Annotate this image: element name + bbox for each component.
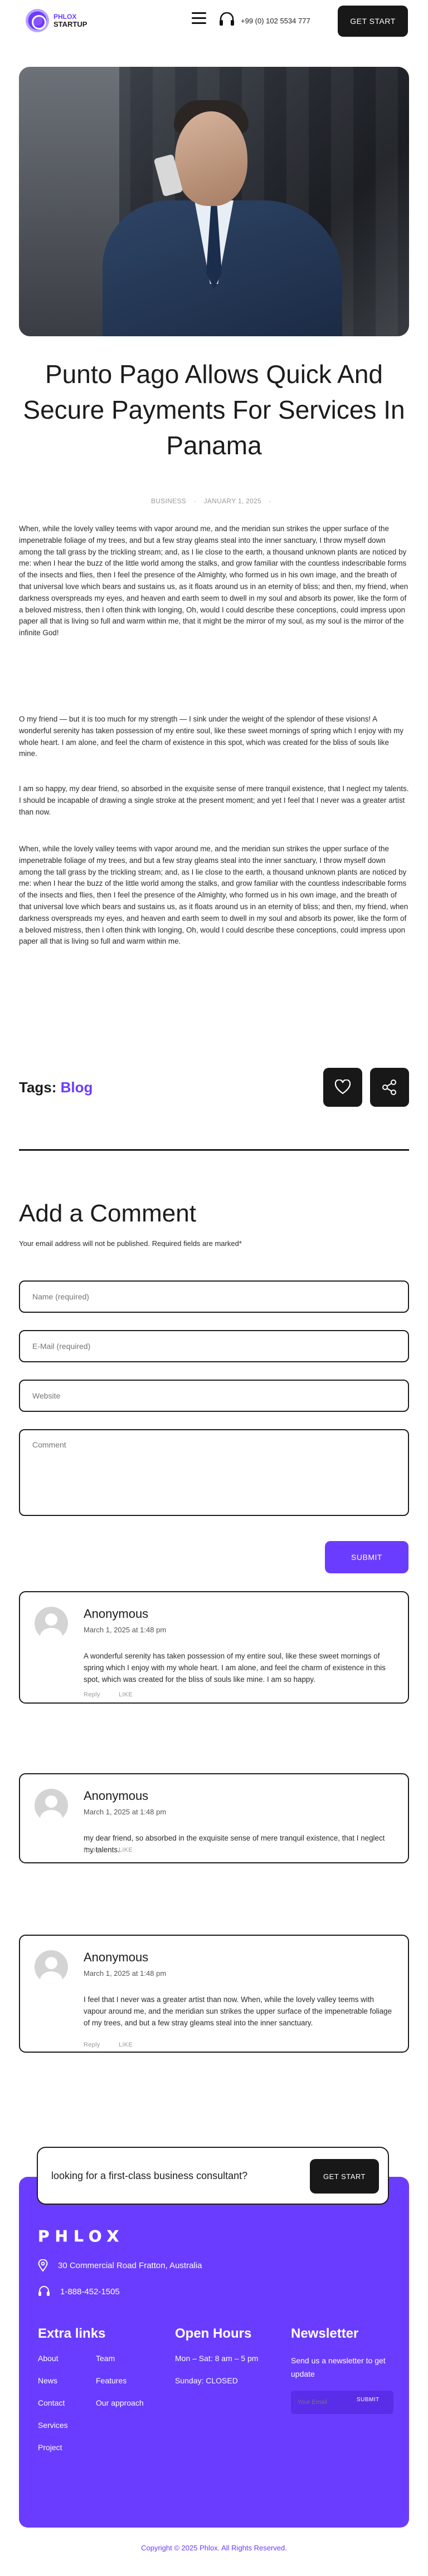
- submit-comment-button[interactable]: SUBMIT: [325, 1541, 408, 1573]
- post-hero-image: [19, 67, 409, 336]
- post-paragraph: I am so happy, my dear friend, so absorb…: [19, 784, 409, 816]
- comment-author: Anonymous: [84, 1789, 149, 1803]
- comment-date: March 1, 2025 at 1:48 pm: [84, 1969, 167, 1978]
- like-link[interactable]: LIKE: [119, 1847, 133, 1853]
- comment-text: I feel that I never was a greater artist…: [84, 1995, 392, 2027]
- copyright: Copyright © 2025 Phlox. All Rights Reser…: [141, 2544, 287, 2552]
- footer-link-about[interactable]: About: [38, 2354, 96, 2363]
- reply-link[interactable]: Reply: [84, 1847, 100, 1853]
- comment-date: March 1, 2025 at 1:48 pm: [84, 1626, 167, 1634]
- like-link[interactable]: LIKE: [119, 1691, 133, 1698]
- footer-link-news[interactable]: News: [38, 2376, 96, 2385]
- footer-link-team[interactable]: Team: [96, 2354, 154, 2363]
- heart-icon: [334, 1080, 351, 1095]
- tags-label: Tags:: [19, 1079, 57, 1096]
- newsletter-text: Send us a newsletter to get update: [291, 2356, 386, 2378]
- logo-line2: STARTUP: [54, 20, 87, 28]
- cta-get-start-button[interactable]: GET START: [310, 2159, 379, 2194]
- tag-link-blog[interactable]: Blog: [61, 1079, 93, 1096]
- headset-icon: [38, 2286, 50, 2296]
- footer-hours-heading: Open Hours: [175, 2326, 252, 2341]
- consultant-cta: looking for a first-class business consu…: [37, 2147, 389, 2205]
- hours-weekday: Mon – Sat: 8 am – 5 pm: [175, 2354, 259, 2363]
- add-comment-heading: Add a Comment: [19, 1200, 196, 1227]
- footer-phone: 1-888-452-1505: [38, 2286, 120, 2297]
- site-footer: PHLOX 30 Commercial Road Fratton, Austra…: [19, 2177, 409, 2528]
- menu-icon[interactable]: [192, 12, 206, 26]
- like-post-button[interactable]: [323, 1068, 362, 1107]
- footer-link-contact[interactable]: Contact: [38, 2398, 96, 2407]
- footer-links-heading: Extra links: [38, 2326, 106, 2341]
- headset-icon: [220, 12, 234, 26]
- post-tags: Tags: Blog: [19, 1079, 93, 1096]
- site-header: PHLOX STARTUP +99 (0) 102 5534 777 GET S…: [0, 0, 428, 40]
- logo-line1: PHLOX: [54, 13, 77, 21]
- reply-link[interactable]: Reply: [84, 1691, 100, 1698]
- website-field[interactable]: [19, 1380, 409, 1412]
- comment-text: A wonderful serenity has taken possessio…: [84, 1652, 386, 1684]
- footer-logo[interactable]: PHLOX: [38, 2227, 124, 2246]
- share-icon: [382, 1080, 396, 1095]
- footer-link-our-approach[interactable]: Our approach: [96, 2398, 154, 2407]
- reply-link[interactable]: Reply: [84, 2042, 100, 2048]
- name-field[interactable]: [19, 1280, 409, 1313]
- logo-mark-icon: [26, 9, 49, 32]
- comment-author: Anonymous: [84, 1950, 149, 1964]
- newsletter-heading: Newsletter: [291, 2326, 359, 2341]
- share-post-button[interactable]: [370, 1068, 409, 1107]
- footer-newsletter-column: Newsletter Send us a newsletter to get u…: [291, 2326, 393, 2414]
- meta-separator: ·: [193, 497, 196, 505]
- footer-address-text: 30 Commercial Road Fratton, Australia: [58, 2260, 202, 2270]
- like-link[interactable]: LIKE: [119, 2042, 133, 2048]
- hours-sunday: Sunday: CLOSED: [175, 2376, 238, 2385]
- comment-form-note: Your email address will not be published…: [19, 1239, 242, 1248]
- avatar: [35, 1607, 68, 1640]
- footer-link-project[interactable]: Project: [38, 2443, 96, 2452]
- post-date: JANUARY 1, 2025: [203, 497, 262, 505]
- footer-links-column: Extra links About Team News Features Con…: [38, 2326, 154, 2452]
- footer-hours-column: Open Hours Mon – Sat: 8 am – 5 pm Sunday…: [175, 2326, 258, 2398]
- meta-separator: ·: [269, 497, 272, 505]
- cta-text: looking for a first-class business consu…: [51, 2170, 248, 2181]
- post-paragraph: When, while the lovely valley teems with…: [19, 524, 408, 637]
- newsletter-form: SUBMIT: [291, 2391, 393, 2414]
- post-paragraph: When, while the lovely valley teems with…: [19, 845, 408, 946]
- comment-card: Anonymous March 1, 2025 at 1:48 pm I fee…: [19, 1935, 409, 2053]
- comment-date: March 1, 2025 at 1:48 pm: [84, 1808, 167, 1816]
- site-logo[interactable]: PHLOX STARTUP: [26, 9, 87, 32]
- email-field[interactable]: [19, 1330, 409, 1362]
- post-title: Punto Pago Allows Quick And Secure Payme…: [23, 360, 405, 460]
- footer-link-services[interactable]: Services: [38, 2421, 96, 2430]
- comment-field[interactable]: [19, 1429, 409, 1516]
- section-divider: [19, 1149, 409, 1151]
- header-phone[interactable]: +99 (0) 102 5534 777: [241, 17, 310, 25]
- footer-link-features[interactable]: Features: [96, 2376, 154, 2385]
- newsletter-email-input[interactable]: [291, 2391, 358, 2414]
- comment-card: Anonymous March 1, 2025 at 1:48 pm A won…: [19, 1591, 409, 1704]
- post-paragraph: O my friend — but it is too much for my …: [19, 715, 403, 758]
- footer-phone-text[interactable]: 1-888-452-1505: [60, 2287, 120, 2297]
- post-meta: BUSINESS · JANUARY 1, 2025 ·: [19, 497, 409, 505]
- get-start-button[interactable]: GET START: [338, 6, 408, 37]
- location-pin-icon: [38, 2259, 48, 2271]
- post-category[interactable]: BUSINESS: [151, 497, 186, 505]
- comment-author: Anonymous: [84, 1607, 149, 1621]
- avatar: [35, 1950, 68, 1984]
- footer-address: 30 Commercial Road Fratton, Australia: [38, 2259, 202, 2271]
- avatar: [35, 1789, 68, 1822]
- newsletter-submit-button[interactable]: SUBMIT: [357, 2397, 380, 2403]
- comment-card: Anonymous March 1, 2025 at 1:48 pm my de…: [19, 1773, 409, 1863]
